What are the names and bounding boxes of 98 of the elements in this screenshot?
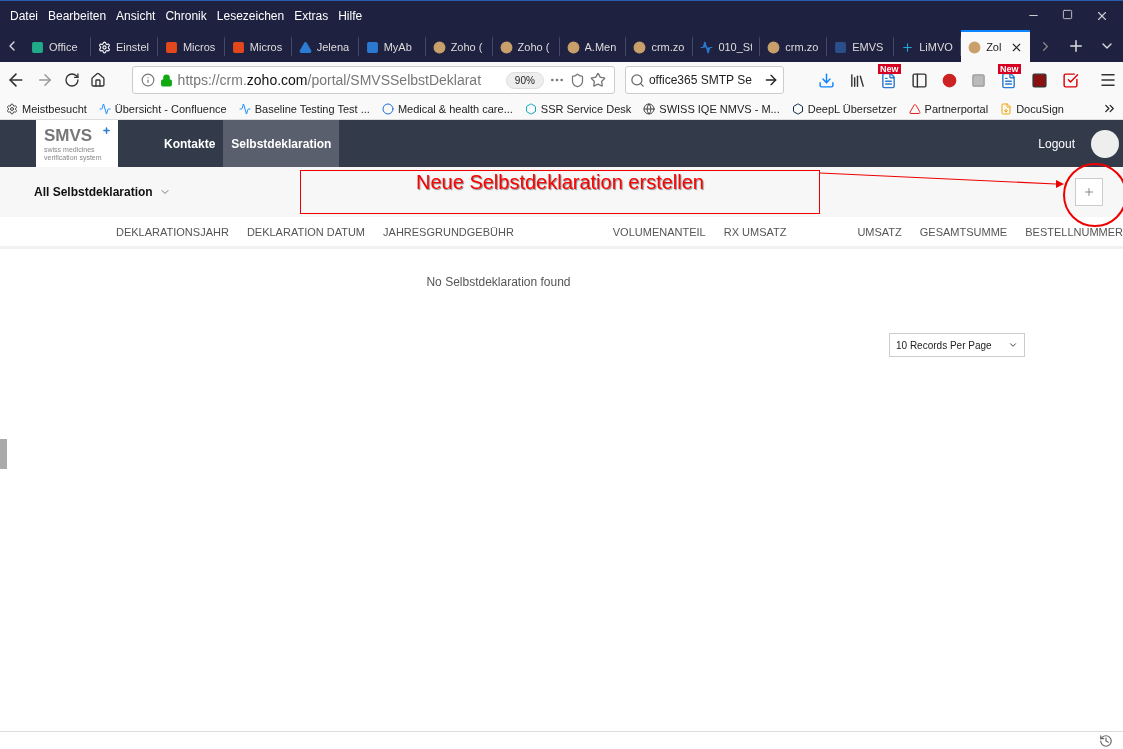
hexagon-icon: [524, 102, 537, 115]
logout-link[interactable]: Logout: [1038, 136, 1075, 151]
menu-item[interactable]: Bearbeiten: [48, 8, 107, 23]
triangle-icon: [908, 102, 921, 115]
menu-icon[interactable]: [1099, 71, 1117, 89]
menu-item[interactable]: Extras: [294, 8, 329, 23]
circle-icon: [633, 40, 647, 54]
maximize-icon[interactable]: [1062, 8, 1073, 20]
history-icon[interactable]: [1099, 733, 1113, 748]
browser-tab[interactable]: A.Men: [559, 36, 627, 56]
hexagon-icon: [791, 102, 804, 115]
browser-tab[interactable]: Office: [24, 36, 91, 56]
square-icon: [231, 40, 245, 54]
wave-icon: [700, 40, 714, 54]
bookmark-link[interactable]: Medical & health care...: [397, 102, 513, 115]
circle-icon: [499, 40, 513, 54]
annotation-callout: Neue Selbstdeklaration erstellen: [300, 170, 820, 214]
logo-text: SMVS: [44, 125, 93, 146]
go-icon[interactable]: [763, 72, 779, 88]
browser-tab[interactable]: crm.zo: [626, 36, 694, 56]
browser-tab[interactable]: 010_St: [693, 36, 761, 56]
download-icon: [1000, 102, 1013, 115]
search-icon: [629, 72, 645, 88]
column-header[interactable]: RX UMSATZ: [723, 225, 787, 238]
new-tab-icon[interactable]: [1067, 37, 1085, 55]
download-icon[interactable]: [818, 71, 835, 89]
browser-tab[interactable]: Zol: [961, 30, 1030, 62]
zoom-badge[interactable]: 90%: [505, 71, 544, 89]
column-header[interactable]: BESTELLNUMMER: [1025, 225, 1123, 238]
menu-item[interactable]: Lesezeichen: [216, 8, 285, 23]
home-icon[interactable]: [89, 72, 106, 88]
circle-icon: [968, 40, 982, 54]
view-selector[interactable]: All Selbstdeklaration: [34, 185, 171, 199]
plus-icon: [1083, 186, 1095, 198]
bookmark-link[interactable]: SWISS IQE NMVS - M...: [659, 102, 780, 115]
menu-item[interactable]: Chronik: [165, 8, 207, 23]
address-field[interactable]: https://crm.zoho.com/portal/SMVSSelbstDeklarat 90%: [131, 66, 615, 94]
search-field[interactable]: office365 SMTP Se: [624, 66, 784, 94]
bookmark-link[interactable]: SSR Service Desk: [540, 102, 632, 115]
bookmark-link[interactable]: DocuSign: [1016, 102, 1064, 115]
avatar[interactable]: [1091, 129, 1119, 158]
circle-icon: [432, 40, 446, 54]
plus-icon: [901, 40, 915, 54]
caret-icon: [1008, 340, 1018, 350]
browser-tab[interactable]: MyAb: [358, 36, 426, 56]
bookmark-link[interactable]: Meistbesucht: [22, 102, 87, 115]
checkbox-icon[interactable]: [1062, 71, 1079, 89]
circle-icon[interactable]: [942, 72, 957, 88]
circle-icon: [767, 40, 781, 54]
triangle-icon: [298, 40, 312, 54]
column-header[interactable]: VOLUMENANTEIL: [612, 225, 706, 238]
browser-tab[interactable]: Einstel: [90, 36, 158, 56]
gear-icon: [6, 102, 18, 115]
browser-tab[interactable]: EMVS: [827, 36, 895, 56]
library-icon[interactable]: [849, 71, 866, 89]
square-icon[interactable]: [1031, 71, 1048, 89]
column-header[interactable]: JAHRESGRUNDGEBÜHR: [383, 225, 514, 238]
menu-item[interactable]: Ansicht: [116, 8, 156, 23]
circle-icon: [381, 102, 394, 115]
browser-tab[interactable]: Zoho (: [425, 36, 493, 56]
document-icon[interactable]: [1000, 71, 1017, 89]
browser-tab[interactable]: Micros: [224, 36, 292, 56]
square-icon: [164, 40, 178, 54]
new-badge: New: [998, 63, 1021, 74]
column-header[interactable]: DEKLARATION DATUM: [246, 225, 366, 238]
bookmark-link[interactable]: DeepL Übersetzer: [807, 102, 897, 115]
bookmark-link[interactable]: Partnerportal: [924, 102, 989, 115]
square-icon: [31, 40, 44, 54]
gear-icon: [97, 40, 111, 54]
circle-icon: [566, 40, 580, 54]
square-icon: [365, 40, 379, 54]
sidebar-handle[interactable]: [0, 439, 7, 469]
menu-item[interactable]: Datei: [10, 8, 38, 23]
bookmark-link[interactable]: Baseline Testing Test ...: [254, 102, 370, 115]
browser-tab[interactable]: Micros: [157, 36, 225, 56]
reload-icon[interactable]: [63, 72, 80, 88]
bookmark-link[interactable]: Übersicht - Confluence: [114, 102, 227, 115]
document-icon[interactable]: [880, 71, 897, 89]
page-size-select[interactable]: 10 Records Per Page: [889, 333, 1025, 357]
star-icon[interactable]: [589, 72, 606, 88]
info-icon: [140, 73, 155, 87]
empty-message: No Selbstdeklaration found: [426, 275, 571, 289]
globe-icon: [643, 102, 656, 115]
cross-icon: [102, 126, 111, 135]
square-icon: [834, 40, 848, 54]
column-header[interactable]: DEKLARATIONSJAHR: [116, 225, 229, 238]
column-header[interactable]: GESAMTSUMME: [919, 225, 1008, 238]
nav-tab[interactable]: Kontakte: [156, 120, 224, 167]
lock-icon: [159, 73, 173, 87]
column-header[interactable]: UMSATZ: [857, 225, 902, 238]
browser-tab[interactable]: crm.zo: [760, 36, 828, 56]
nav-tab[interactable]: Selbstdeklaration: [223, 120, 340, 167]
browser-tab[interactable]: Jelena: [291, 36, 359, 56]
menu-item[interactable]: Hilfe: [338, 8, 363, 23]
sidebar-icon[interactable]: [911, 71, 928, 89]
new-badge: New: [878, 63, 901, 74]
shield-icon[interactable]: [569, 72, 585, 88]
browser-tab[interactable]: Zoho (: [492, 36, 560, 56]
